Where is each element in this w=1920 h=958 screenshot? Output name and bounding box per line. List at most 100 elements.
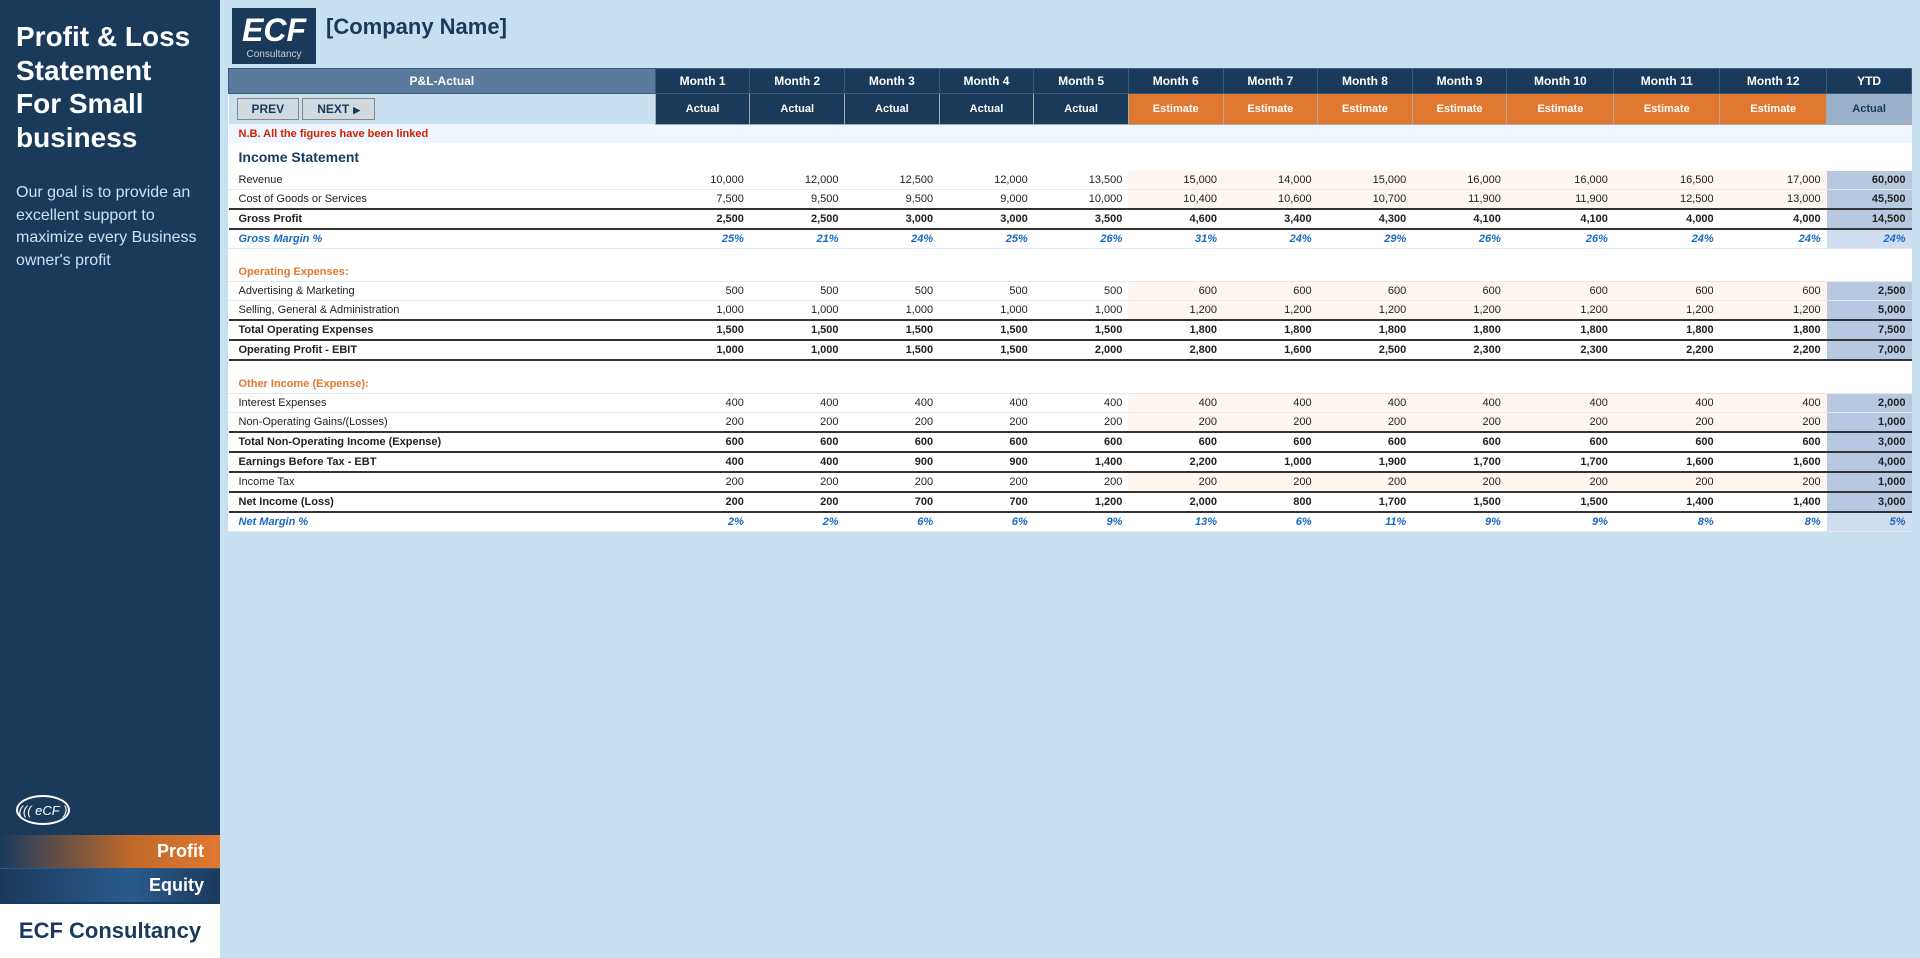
cell-value: 15,000 <box>1318 171 1413 190</box>
sidebar-nav-equity[interactable]: Equity <box>0 868 220 902</box>
cell-value: 1,200 <box>1318 301 1413 321</box>
cell-value: 400 <box>1318 394 1413 413</box>
cell-value: 14,000 <box>1223 171 1318 190</box>
cell-value: 1,500 <box>655 320 750 340</box>
cell-value: 13,000 <box>1720 189 1827 209</box>
cell-value: 1,400 <box>1614 492 1720 512</box>
cell-value: 9% <box>1034 512 1129 532</box>
cell-value: 1,000 <box>1223 452 1318 472</box>
cell-value: 2% <box>655 512 750 532</box>
next-button[interactable]: NEXT <box>302 98 375 120</box>
cell-value: 6% <box>1223 512 1318 532</box>
cell-value: 400 <box>655 452 750 472</box>
ecf-text: ECF <box>242 12 306 48</box>
table-row: Net Margin %2%2%6%6%9%13%6%11%9%9%8%8%5% <box>229 512 1912 532</box>
cell-value: 600 <box>1034 432 1129 452</box>
sidebar-nav: Profit Equity <box>0 835 220 902</box>
table-row: Other Income (Expense): <box>229 368 1912 394</box>
cell-value: 200 <box>1318 413 1413 433</box>
company-name[interactable]: [Company Name] <box>326 8 507 40</box>
month10-header: Month 10 <box>1507 69 1614 94</box>
cell-value: 1,800 <box>1128 320 1223 340</box>
sidebar-nav-profit[interactable]: Profit <box>0 835 220 868</box>
table-row: Total Non-Operating Income (Expense) 600 6… <box>229 432 1912 452</box>
row-label: Net Income (Loss) <box>229 492 656 512</box>
cell-value: 7,500 <box>1827 320 1912 340</box>
cell-value: 2,200 <box>1614 340 1720 360</box>
cell-value: 600 <box>1223 432 1318 452</box>
cell-value: 600 <box>1614 282 1720 301</box>
cell-value: 600 <box>1412 432 1507 452</box>
cell-value: 200 <box>1034 472 1129 492</box>
type7: Estimate <box>1223 94 1318 125</box>
cell-value: 200 <box>1223 413 1318 433</box>
prev-button[interactable]: PREV <box>237 98 300 120</box>
cell-value: 2,300 <box>1507 340 1614 360</box>
cell-value: 1,200 <box>1507 301 1614 321</box>
cell-value: 200 <box>1034 413 1129 433</box>
cell-value: 4,300 <box>1318 209 1413 229</box>
cell-value: 3,000 <box>939 209 1034 229</box>
cell-value: 11,900 <box>1507 189 1614 209</box>
type4: Actual <box>939 94 1034 125</box>
row-label: Income Tax <box>229 472 656 492</box>
cell-value: 1,000 <box>655 301 750 321</box>
cell-value: 900 <box>845 452 940 472</box>
cell-value: 1,900 <box>1318 452 1413 472</box>
cell-value: 15,000 <box>1128 171 1223 190</box>
cell-value: 7,000 <box>1827 340 1912 360</box>
cell-value: 13,500 <box>1034 171 1129 190</box>
cell-value: 9,500 <box>845 189 940 209</box>
type12: Estimate <box>1720 94 1827 125</box>
cell-value: 29% <box>1318 229 1413 249</box>
cell-value: 1,600 <box>1720 452 1827 472</box>
cell-value: 400 <box>1507 394 1614 413</box>
cell-value: 200 <box>750 472 845 492</box>
cell-value: 2,500 <box>1318 340 1413 360</box>
month5-header: Month 5 <box>1034 69 1129 94</box>
cell-value: 700 <box>939 492 1034 512</box>
row-label: Operating Profit - EBIT <box>229 340 656 360</box>
table-row: Net Income (Loss)2002007007001,2002,0008… <box>229 492 1912 512</box>
cell-value: 1,000 <box>1827 472 1912 492</box>
cell-value: 1,600 <box>1614 452 1720 472</box>
cell-value: 200 <box>845 472 940 492</box>
cell-value: 400 <box>1412 394 1507 413</box>
logo-circle: ((( eCF ) <box>16 795 70 825</box>
cell-value: 1,800 <box>1412 320 1507 340</box>
cell-value: 12,500 <box>1614 189 1720 209</box>
cell-value: 1,700 <box>1412 452 1507 472</box>
cell-value: 3,000 <box>1827 432 1912 452</box>
cell-value: 10,600 <box>1223 189 1318 209</box>
cell-value: 600 <box>1507 282 1614 301</box>
row-label: Total Operating Expenses <box>229 320 656 340</box>
cell-value: 200 <box>1412 413 1507 433</box>
cell-value: 26% <box>1507 229 1614 249</box>
cell-value: 200 <box>1223 472 1318 492</box>
sidebar-bottom: ECF Consultancy <box>0 902 220 958</box>
cell-value: 2% <box>750 512 845 532</box>
table-container: P&L-Actual Month 1 Month 2 Month 3 Month… <box>220 64 1920 958</box>
income-statement-header-row: Income Statement <box>229 143 1912 171</box>
cell-value: 600 <box>1614 432 1720 452</box>
pl-actual-label: P&L-Actual <box>229 69 656 94</box>
cell-value: 500 <box>939 282 1034 301</box>
cell-value: 200 <box>939 413 1034 433</box>
cell-value: 12,000 <box>939 171 1034 190</box>
cell-value: 400 <box>1223 394 1318 413</box>
cell-value: 5% <box>1827 512 1912 532</box>
cell-value: 400 <box>1720 394 1827 413</box>
header: ECF Consultancy [Company Name] <box>220 0 1920 64</box>
cell-value: 3,400 <box>1223 209 1318 229</box>
row-label: Total Non-Operating Income (Expense) <box>229 432 656 452</box>
row-label: Non-Operating Gains/(Losses) <box>229 413 656 433</box>
cell-value: 2,000 <box>1034 340 1129 360</box>
row-label: Interest Expenses <box>229 394 656 413</box>
cell-value: 200 <box>750 492 845 512</box>
cell-value: 3,000 <box>1827 492 1912 512</box>
cell-value: 500 <box>655 282 750 301</box>
cell-value: 25% <box>939 229 1034 249</box>
cell-value: 2,300 <box>1412 340 1507 360</box>
cell-value: 26% <box>1034 229 1129 249</box>
equity-label: Equity <box>149 875 204 896</box>
